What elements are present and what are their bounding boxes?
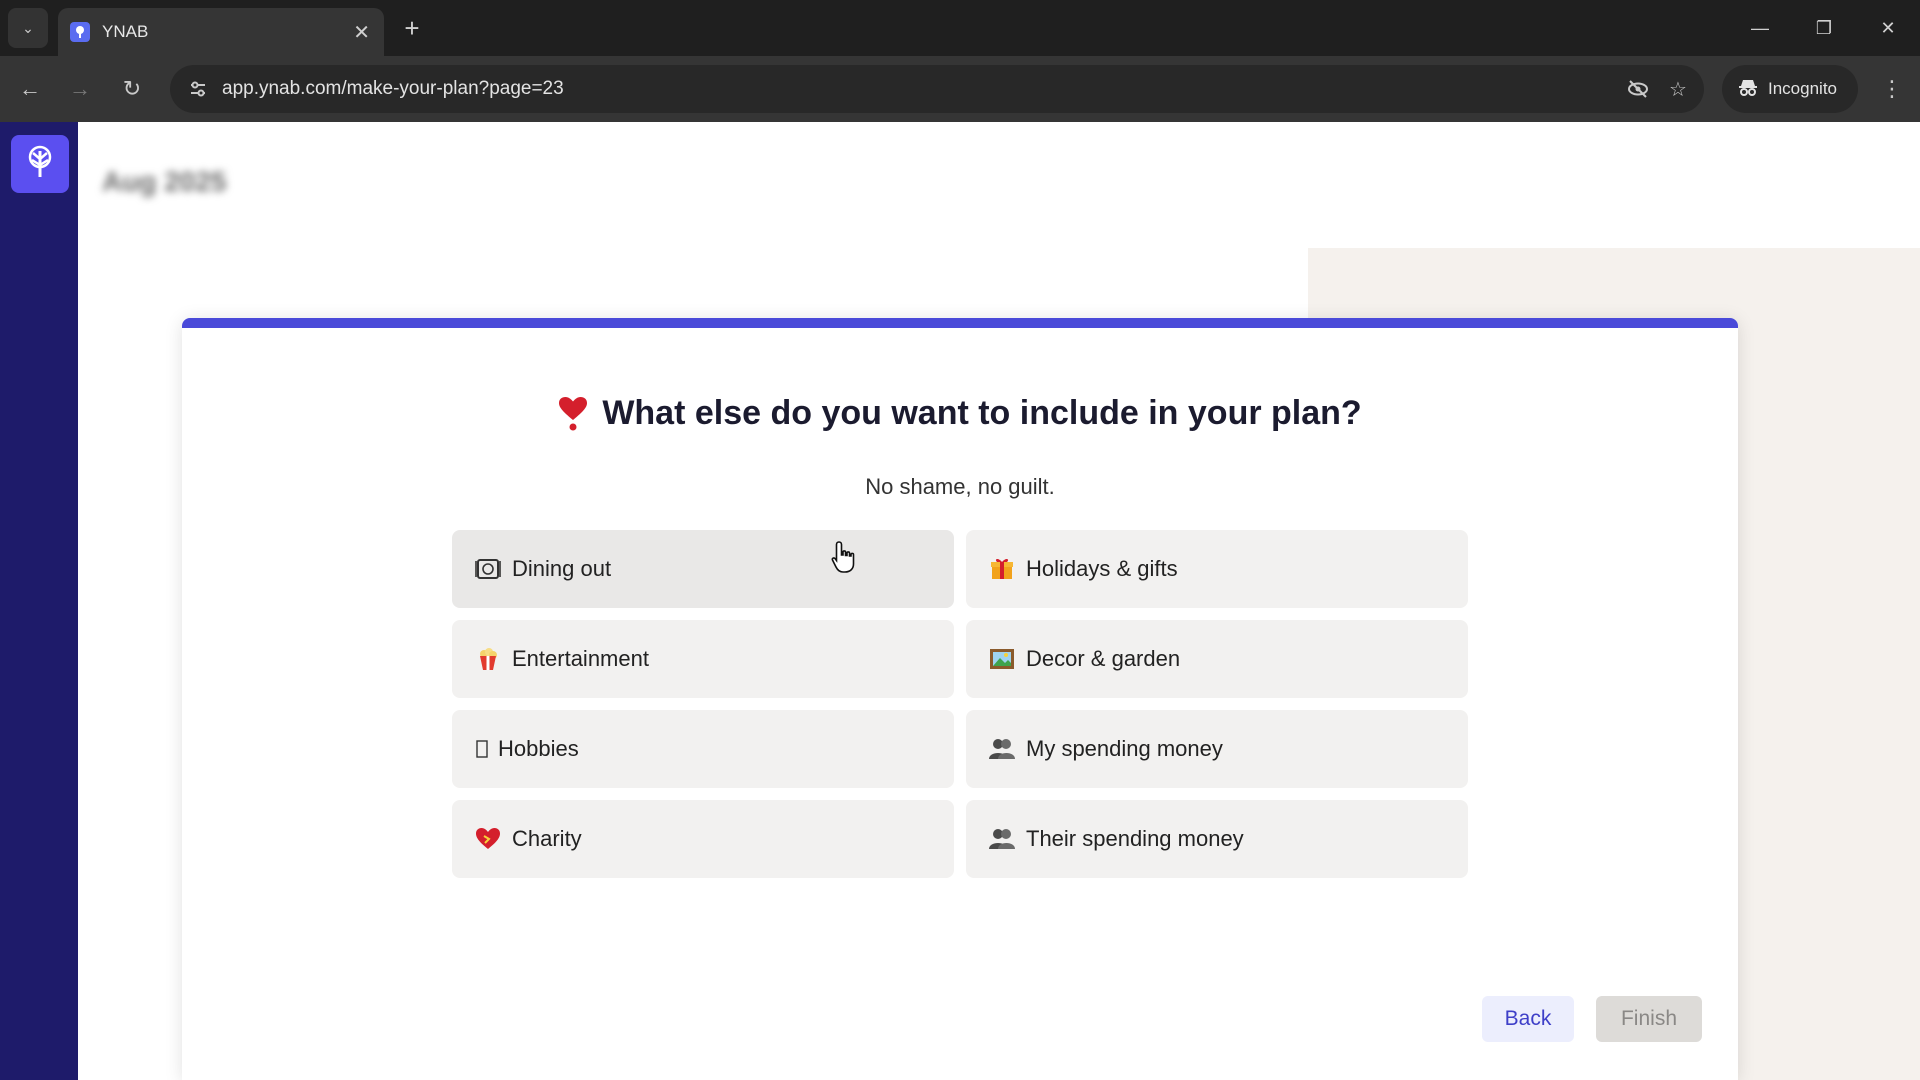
url-text: app.ynab.com/make-your-plan?page=23 xyxy=(222,78,564,99)
option-my-spending-money[interactable]: My spending money xyxy=(966,710,1468,788)
chevron-down-icon: ⌄ xyxy=(22,19,34,36)
plan-header: Aug 2025 xyxy=(78,122,1920,248)
popcorn-icon xyxy=(474,645,502,673)
close-window-icon: ✕ xyxy=(1880,17,1896,38)
plate-cutlery-icon xyxy=(474,555,502,583)
reload-icon: ↻ xyxy=(122,76,142,101)
close-window-button[interactable]: ✕ xyxy=(1856,0,1920,56)
option-decor-garden[interactable]: Decor & garden xyxy=(966,620,1468,698)
heart-exclamation-icon xyxy=(558,396,588,432)
plus-icon: + xyxy=(404,12,420,43)
option-label: My spending money xyxy=(1026,736,1223,761)
close-icon[interactable]: ✕ xyxy=(353,20,370,45)
people-icon xyxy=(988,825,1016,853)
finish-button[interactable]: Finish xyxy=(1596,996,1702,1042)
option-label: Charity xyxy=(512,826,582,851)
option-label: Hobbies xyxy=(498,736,579,761)
option-entertainment[interactable]: Entertainment xyxy=(452,620,954,698)
bookmark-star-icon[interactable]: ☆ xyxy=(1658,69,1698,109)
minimize-icon: — xyxy=(1751,17,1769,38)
incognito-label: Incognito xyxy=(1768,79,1837,98)
tab-title: YNAB xyxy=(102,22,149,41)
progress-bar-fill xyxy=(182,318,1738,328)
browser-toolbar: ← → ↻ app.ynab.com/make-your-plan?page=2… xyxy=(0,56,1920,122)
modal-subtitle: No shame, no guilt. xyxy=(865,474,1055,499)
address-bar[interactable]: app.ynab.com/make-your-plan?page=23 ☆ xyxy=(170,65,1704,113)
restore-button[interactable]: ❐ xyxy=(1792,0,1856,56)
option-their-spending-money[interactable]: Their spending money xyxy=(966,800,1468,878)
new-tab-button[interactable]: + xyxy=(396,12,428,44)
category-options-grid: Dining out Holidays & gifts Entertainmen… xyxy=(452,530,1468,878)
back-nav-button[interactable]: ← xyxy=(10,69,50,109)
browser-tab-bar: ⌄ YNAB ✕ + — ❐ ✕ xyxy=(0,0,1920,56)
option-label: Holidays & gifts xyxy=(1026,556,1178,581)
heart-icon xyxy=(474,825,502,853)
option-label: Decor & garden xyxy=(1026,646,1181,671)
browser-menu-button[interactable]: ⋮ xyxy=(1872,69,1912,109)
progress-bar xyxy=(182,318,1738,328)
people-icon xyxy=(988,735,1016,763)
month-title: Aug 2025 xyxy=(102,166,227,197)
option-hobbies[interactable]: Hobbies xyxy=(452,710,954,788)
incognito-icon xyxy=(1738,78,1758,101)
app-sidebar xyxy=(0,122,78,1080)
modal-title: What else do you want to include in your… xyxy=(182,394,1738,433)
forward-nav-button[interactable]: → xyxy=(60,69,100,109)
hand-pointer-cursor-icon xyxy=(830,540,858,579)
option-label: Dining out xyxy=(512,556,612,581)
arrow-left-icon: ← xyxy=(19,76,41,101)
reload-button[interactable]: ↻ xyxy=(112,69,152,109)
modal-title-text: What else do you want to include in your… xyxy=(602,394,1362,432)
option-label: Entertainment xyxy=(512,646,649,671)
ynab-logo-button[interactable] xyxy=(11,135,69,193)
tab-search-button[interactable]: ⌄ xyxy=(8,8,48,48)
option-label: Their spending money xyxy=(1026,826,1244,851)
ynab-favicon-icon xyxy=(70,22,90,42)
minimize-button[interactable]: — xyxy=(1728,0,1792,56)
gift-icon xyxy=(988,555,1016,583)
framed-picture-icon xyxy=(988,645,1016,673)
more-vertical-icon: ⋮ xyxy=(1881,76,1903,101)
make-your-plan-modal: What else do you want to include in your… xyxy=(182,318,1738,1080)
browser-tab[interactable]: YNAB ✕ xyxy=(58,8,384,56)
option-charity[interactable]: Charity xyxy=(452,800,954,878)
arrow-right-icon: → xyxy=(69,76,91,101)
tree-logo-icon xyxy=(23,145,57,184)
option-holidays-gifts[interactable]: Holidays & gifts xyxy=(966,530,1468,608)
restore-icon: ❐ xyxy=(1815,17,1833,38)
option-dining-out[interactable]: Dining out xyxy=(452,530,954,608)
window-controls: — ❐ ✕ xyxy=(1728,0,1920,56)
site-settings-icon[interactable] xyxy=(184,75,212,103)
eye-slash-icon[interactable] xyxy=(1618,69,1658,109)
incognito-indicator[interactable]: Incognito xyxy=(1722,65,1858,113)
back-button[interactable]: Back xyxy=(1482,996,1574,1042)
placeholder-glyph-icon xyxy=(474,735,490,763)
